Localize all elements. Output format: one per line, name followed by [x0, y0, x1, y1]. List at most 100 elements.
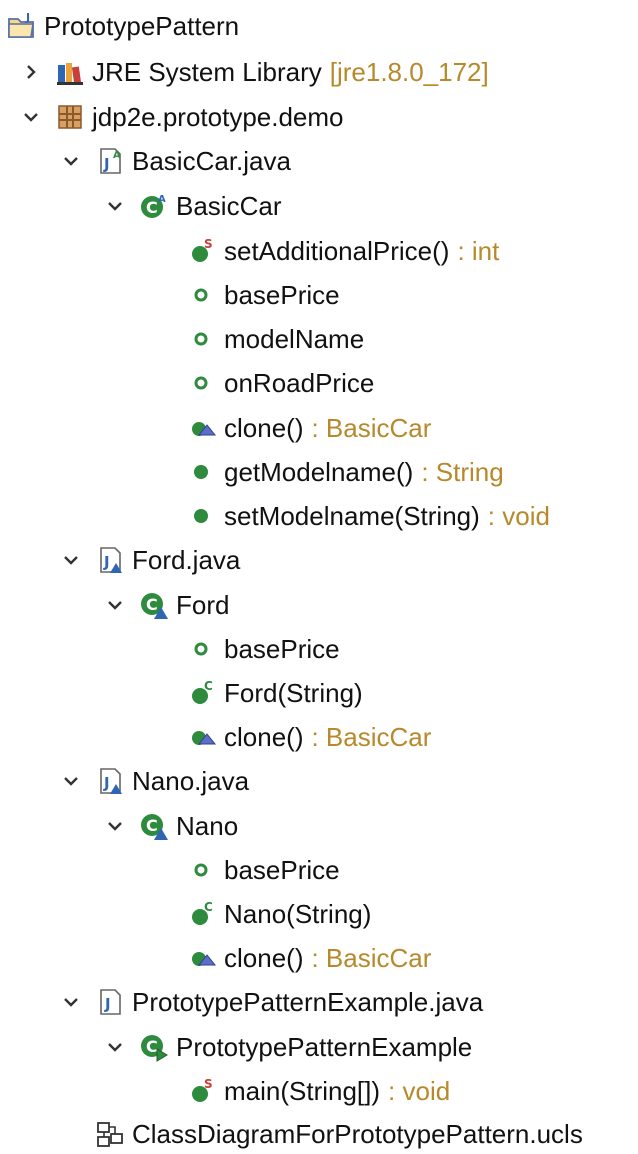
member-name: onRoadPrice [224, 368, 375, 398]
svg-text:S: S [204, 237, 213, 251]
constructor-icon: C [186, 898, 218, 930]
member-clone[interactable]: clone() : BasicCar [186, 938, 638, 978]
field-icon [186, 367, 218, 399]
tree-item-nano-java[interactable]: J Nano.java [62, 761, 638, 801]
project-folder-icon: J [6, 10, 38, 42]
svg-text:J: J [103, 155, 110, 173]
tree-item-label: Nano.java [132, 766, 250, 796]
member-name: modelName [224, 324, 365, 354]
tree-item-label: Ford.java [132, 545, 241, 575]
field-icon [186, 279, 218, 311]
chevron-down-icon[interactable] [22, 108, 40, 126]
member-baseprice[interactable]: basePrice [186, 629, 638, 669]
tree-item-label: Nano [176, 811, 239, 841]
member-name: clone() [224, 943, 304, 973]
svg-text:J: J [103, 774, 110, 792]
svg-text:J: J [104, 995, 111, 1013]
tree-item-project[interactable]: J PrototypePattern [6, 6, 638, 46]
class-diagram-icon [94, 1118, 126, 1150]
tree-item-basiccar-java[interactable]: JA BasicCar.java [62, 141, 638, 181]
tree-item-basiccar-class[interactable]: CA BasicCar [106, 186, 638, 226]
svg-text:C: C [146, 198, 158, 217]
member-name: Nano(String) [224, 899, 372, 929]
chevron-down-icon[interactable] [62, 152, 80, 170]
member-type: : String [421, 457, 504, 487]
member-baseprice[interactable]: basePrice [186, 275, 638, 315]
tree-item-jre-library[interactable]: JRE System Library [jre1.8.0_172] [22, 52, 638, 92]
tree-item-example-class[interactable]: C PrototypePatternExample [106, 1027, 638, 1067]
field-icon [186, 633, 218, 665]
svg-text:C: C [146, 816, 158, 835]
protected-method-icon [186, 412, 218, 444]
svg-text:A: A [113, 150, 121, 161]
tree-item-label: JRE System Library [92, 57, 322, 87]
abstract-class-icon: CA [138, 190, 170, 222]
member-ford-constructor[interactable]: C Ford(String) [186, 673, 638, 713]
member-setmodelname[interactable]: setModelname(String) : void [186, 496, 638, 536]
chevron-right-icon[interactable] [22, 63, 40, 81]
member-name: basePrice [224, 280, 340, 310]
member-type: : BasicCar [311, 722, 432, 752]
svg-text:C: C [146, 595, 158, 614]
tree-item-ford-class[interactable]: C Ford [106, 585, 638, 625]
svg-text:J: J [25, 11, 30, 24]
tree-item-label: Ford [176, 590, 230, 620]
member-type: : void [487, 501, 550, 531]
member-type: : BasicCar [311, 943, 432, 973]
library-icon [54, 56, 86, 88]
chevron-down-icon[interactable] [62, 551, 80, 569]
member-name: clone() [224, 722, 304, 752]
chevron-down-icon[interactable] [106, 197, 124, 215]
constructor-icon: C [186, 677, 218, 709]
member-name: getModelname() [224, 457, 414, 487]
java-file-plain-icon: J [94, 986, 126, 1018]
tree-item-example-java[interactable]: J PrototypePatternExample.java [62, 982, 638, 1022]
tree-item-label: PrototypePatternExample.java [132, 987, 484, 1017]
tree-item-label: BasicCar.java [132, 146, 291, 176]
member-clone[interactable]: clone() : BasicCar [186, 717, 638, 757]
field-icon [186, 323, 218, 355]
tree-item-package[interactable]: jdp2e.prototype.demo [22, 97, 638, 137]
field-icon [186, 854, 218, 886]
member-main[interactable]: S main(String[]) : void [186, 1071, 638, 1111]
static-method-icon: S [186, 1075, 218, 1107]
tree-item-label: PrototypePattern [44, 11, 240, 41]
member-onroadprice[interactable]: onRoadPrice [186, 363, 638, 403]
tree-item-label: ClassDiagramForPrototypePattern.ucls [132, 1119, 583, 1149]
member-name: Ford(String) [224, 678, 363, 708]
class-icon: C [138, 810, 170, 842]
svg-text:A: A [158, 194, 166, 205]
member-type: : BasicCar [311, 413, 432, 443]
protected-method-icon [186, 942, 218, 974]
chevron-down-icon[interactable] [106, 1038, 124, 1056]
jre-version-decoration: [jre1.8.0_172] [329, 57, 489, 87]
member-name: clone() [224, 413, 304, 443]
member-baseprice[interactable]: basePrice [186, 850, 638, 890]
svg-text:C: C [146, 1037, 158, 1056]
svg-text:J: J [103, 553, 110, 571]
java-file-icon: J [94, 765, 126, 797]
member-nano-constructor[interactable]: C Nano(String) [186, 894, 638, 934]
tree-item-class-diagram[interactable]: ClassDiagramForPrototypePattern.ucls [94, 1114, 638, 1154]
member-getmodelname[interactable]: getModelname() : String [186, 452, 638, 492]
tree-item-label: BasicCar [176, 191, 282, 221]
chevron-down-icon[interactable] [106, 817, 124, 835]
chevron-down-icon[interactable] [106, 596, 124, 614]
member-clone[interactable]: clone() : BasicCar [186, 408, 638, 448]
tree-item-label: jdp2e.prototype.demo [92, 102, 344, 132]
chevron-down-icon[interactable] [62, 772, 80, 790]
chevron-down-icon[interactable] [62, 993, 80, 1011]
member-modelname[interactable]: modelName [186, 319, 638, 359]
member-name: main(String[]) [224, 1076, 381, 1106]
member-name: setModelname(String) [224, 501, 480, 531]
static-method-icon: S [186, 235, 218, 267]
member-setadditionalprice[interactable]: S setAdditionalPrice() : int [186, 231, 638, 271]
tree-item-nano-class[interactable]: C Nano [106, 806, 638, 846]
member-name: setAdditionalPrice() [224, 236, 450, 266]
member-type: : int [457, 236, 500, 266]
svg-text:C: C [204, 900, 213, 914]
tree-item-label: PrototypePatternExample [176, 1032, 473, 1062]
package-icon [54, 101, 86, 133]
tree-item-ford-java[interactable]: J Ford.java [62, 540, 638, 580]
member-name: basePrice [224, 634, 340, 664]
